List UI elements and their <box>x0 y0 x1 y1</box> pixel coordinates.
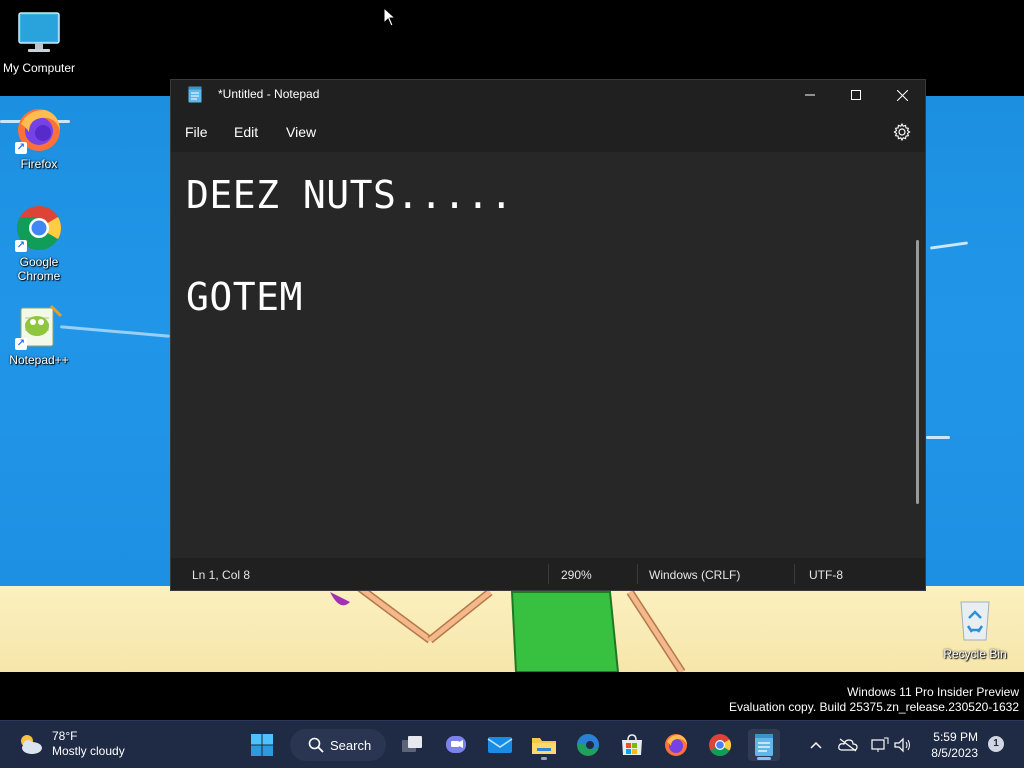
taskbar-task-view[interactable] <box>396 729 428 761</box>
status-bar: Ln 1, Col 8 290% Windows (CRLF) UTF-8 <box>171 558 925 590</box>
watermark-edition: Windows 11 Pro Insider Preview <box>847 685 1019 699</box>
menu-view[interactable]: View <box>286 124 316 140</box>
search-label: Search <box>330 737 372 753</box>
chrome-icon: ↗ <box>15 204 63 252</box>
menu-edit[interactable]: Edit <box>234 124 258 140</box>
notepad-window: *Untitled - Notepad File Edit View DEEZ … <box>170 79 926 591</box>
weather-condition: Mostly cloudy <box>52 744 125 758</box>
firefox-icon <box>665 734 687 756</box>
taskbar-search[interactable]: Search <box>290 729 386 761</box>
windows-logo-icon <box>251 734 273 756</box>
notepadpp-icon: ↗ <box>15 302 63 350</box>
speaker-icon <box>894 737 910 753</box>
firefox-icon: ↗ <box>15 106 63 154</box>
chrome-icon <box>709 734 731 756</box>
taskbar: 78°F Mostly cloudy Search 5:59 PM 8/5/20… <box>0 720 1024 768</box>
settings-gear-icon[interactable] <box>893 123 911 141</box>
taskbar-mail[interactable] <box>484 729 516 761</box>
text-editor[interactable]: DEEZ NUTS..... GOTEM <box>171 152 925 558</box>
desktop-icon-firefox[interactable]: ↗ Firefox <box>1 106 77 171</box>
editor-content[interactable]: DEEZ NUTS..... GOTEM <box>186 170 513 323</box>
chevron-up-icon <box>810 741 822 749</box>
taskbar-notepad[interactable] <box>748 729 780 761</box>
windows-watermark: Windows 11 Pro Insider Preview Evaluatio… <box>729 685 1019 715</box>
watermark-build: Evaluation copy. Build 25375.zn_release.… <box>729 700 1019 714</box>
minimize-button[interactable] <box>787 80 833 110</box>
onedrive-tray[interactable] <box>838 735 858 755</box>
desktop-icon-label: My Computer <box>2 61 76 75</box>
desktop-icon-my-computer[interactable]: My Computer <box>1 10 77 75</box>
shortcut-arrow-icon: ↗ <box>15 338 27 350</box>
taskbar-microsoft-store[interactable] <box>616 729 648 761</box>
encoding: UTF-8 <box>809 568 843 582</box>
teams-chat-icon <box>446 736 466 753</box>
store-icon <box>622 734 642 755</box>
menu-bar: File Edit View <box>171 114 925 150</box>
maximize-icon <box>851 90 861 100</box>
search-icon <box>308 737 324 753</box>
close-icon <box>896 89 908 101</box>
taskbar-file-explorer[interactable] <box>528 729 560 761</box>
taskbar-edge[interactable] <box>572 729 604 761</box>
shortcut-arrow-icon: ↗ <box>15 240 27 252</box>
network-icon <box>871 737 889 752</box>
clock-time: 5:59 PM <box>933 730 978 744</box>
folder-icon <box>532 738 556 754</box>
taskbar-firefox[interactable] <box>660 729 692 761</box>
weather-temperature: 78°F <box>52 729 78 743</box>
recycle-bin-icon <box>951 596 999 644</box>
taskbar-clock[interactable]: 5:59 PM 8/5/2023 <box>922 729 978 761</box>
vertical-scrollbar[interactable] <box>916 240 919 504</box>
desktop-icon-chrome[interactable]: ↗ Google Chrome <box>1 204 77 283</box>
desktop-icon-recycle-bin[interactable]: Recycle Bin <box>937 596 1013 661</box>
mail-icon <box>487 737 513 753</box>
cloudy-weather-icon <box>21 735 42 754</box>
clock-date: 8/5/2023 <box>931 746 978 760</box>
window-title: *Untitled - Notepad <box>218 87 320 101</box>
cursor-position: Ln 1, Col 8 <box>192 568 251 582</box>
line-ending: Windows (CRLF) <box>649 568 741 582</box>
zoom-level: 290% <box>561 568 592 582</box>
desktop-icon-notepadpp[interactable]: ↗ Notepad++ <box>1 302 77 367</box>
close-button[interactable] <box>879 80 925 110</box>
task-view-icon <box>402 736 422 752</box>
notepad-app-icon <box>188 86 202 103</box>
desktop-icon-label: Firefox <box>20 157 58 171</box>
volume-tray[interactable] <box>893 735 913 755</box>
desktop-icon-label: Recycle Bin <box>943 647 1007 661</box>
shortcut-arrow-icon: ↗ <box>15 142 27 154</box>
title-bar[interactable]: *Untitled - Notepad <box>171 80 925 110</box>
minimize-icon <box>805 94 815 96</box>
mouse-cursor-icon <box>383 7 397 27</box>
weather-widget[interactable]: 78°F Mostly cloudy <box>16 729 125 759</box>
edge-icon <box>577 734 599 756</box>
desktop-icon-label: Google Chrome <box>17 255 61 283</box>
menu-file[interactable]: File <box>185 124 208 140</box>
notepad-app-icon <box>755 734 773 756</box>
maximize-button[interactable] <box>833 80 879 110</box>
taskbar-chrome[interactable] <box>704 729 736 761</box>
desktop-icon-label: Notepad++ <box>9 353 69 367</box>
notification-badge[interactable]: 1 <box>988 736 1004 752</box>
taskbar-teams-chat[interactable] <box>440 729 472 761</box>
onedrive-offline-icon <box>838 738 858 752</box>
show-hidden-icons-button[interactable] <box>806 735 826 755</box>
start-button[interactable] <box>246 729 278 761</box>
network-tray[interactable] <box>870 735 890 755</box>
wallpaper-character <box>330 588 686 674</box>
monitor-icon <box>15 10 63 58</box>
